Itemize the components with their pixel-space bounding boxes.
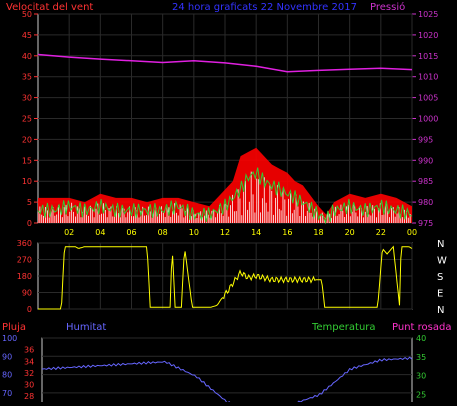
pressure-tick-label: 1015 [418, 52, 438, 61]
right-axis-title: Pressió [370, 1, 405, 13]
compass-label: W [437, 256, 447, 267]
wind-tick-label-left: 15 [22, 156, 32, 165]
temperature-tick-label: 35 [416, 353, 426, 362]
rain-tick-label: 34 [24, 357, 34, 366]
x-tick-label: 14 [251, 228, 261, 237]
pressure-tick-label: 1025 [418, 10, 438, 19]
humidity-tick-label: 70 [2, 389, 12, 398]
legend-label: Temperatura [311, 322, 376, 333]
pressure-tick-label: 990 [418, 156, 433, 165]
humidity-tick-label: 100 [2, 334, 17, 343]
legend-label: Humitat [66, 322, 106, 333]
pressure-tick-label: 1000 [418, 115, 438, 124]
rain-tick-label: 32 [24, 369, 34, 378]
x-tick-label: 12 [220, 228, 230, 237]
rain-tick-label: 30 [24, 381, 34, 390]
x-tick-label: 06 [126, 228, 136, 237]
pressure-tick-label: 985 [418, 177, 433, 186]
temperature-tick-label: 30 [416, 372, 426, 381]
compass-label: S [437, 272, 443, 283]
pressure-tick-label: 1010 [418, 73, 438, 82]
weather-chart-svg: 0510152025303540455097598098599099510001… [2, 1, 451, 406]
temperature-tick-label: 40 [416, 334, 426, 343]
pressure-tick-label: 1020 [418, 31, 438, 40]
weather-chart: 0 5 10 15 20 25 30 35 40 45 50 975 980 985 990 995 1000 1… [0, 0, 457, 406]
chart-title: 24 hora graficats 22 Novembre 2017 [172, 2, 357, 13]
wind-tick-label-left: 20 [22, 135, 32, 144]
wind-tick-label-left: 35 [22, 73, 32, 82]
wind-tick-label-left: 5 [27, 198, 32, 207]
pressure-tick-label: 975 [418, 219, 433, 228]
legend-label: Punt rosada [392, 322, 451, 333]
direction-tick-label: 90 [22, 289, 32, 298]
x-tick-label: 18 [313, 228, 323, 237]
pressure-tick-label: 1005 [418, 94, 438, 103]
x-tick-label: 02 [64, 228, 74, 237]
x-tick-label: 08 [158, 228, 168, 237]
wind-tick-label-left: 25 [22, 115, 32, 124]
compass-label: N [437, 239, 444, 250]
x-tick-label: 16 [282, 228, 292, 237]
wind-tick-label-left: 10 [22, 177, 32, 186]
pressure-tick-label: 980 [418, 198, 433, 207]
humidity-tick-label: 90 [2, 352, 12, 361]
x-tick-label: 04 [95, 228, 105, 237]
legend-label: Pluja [2, 322, 26, 333]
rain-tick-label: 28 [24, 392, 34, 401]
wind-tick-label-left: 30 [22, 94, 32, 103]
compass-label: E [437, 289, 443, 300]
direction-tick-label: 270 [17, 256, 32, 265]
direction-tick-label: 360 [17, 239, 32, 248]
x-tick-label: 10 [189, 228, 199, 237]
humidity-line [41, 356, 413, 406]
compass-label: N [437, 305, 444, 316]
temperature-tick-label: 25 [416, 390, 426, 399]
rain-tick-label: 36 [24, 346, 34, 355]
wind-tick-label-left: 0 [27, 219, 32, 228]
x-tick-label: 22 [376, 228, 386, 237]
x-tick-label: 00 [407, 228, 417, 237]
wind-tick-label-left: 40 [22, 52, 32, 61]
left-axis-title: Velocitat del vent [6, 2, 93, 13]
pressure-tick-label: 995 [418, 135, 433, 144]
direction-tick-label: 0 [27, 305, 32, 314]
direction-tick-label: 180 [17, 272, 32, 281]
wind-tick-label-left: 45 [22, 31, 32, 40]
humidity-tick-label: 80 [2, 371, 12, 380]
x-tick-label: 20 [345, 228, 355, 237]
